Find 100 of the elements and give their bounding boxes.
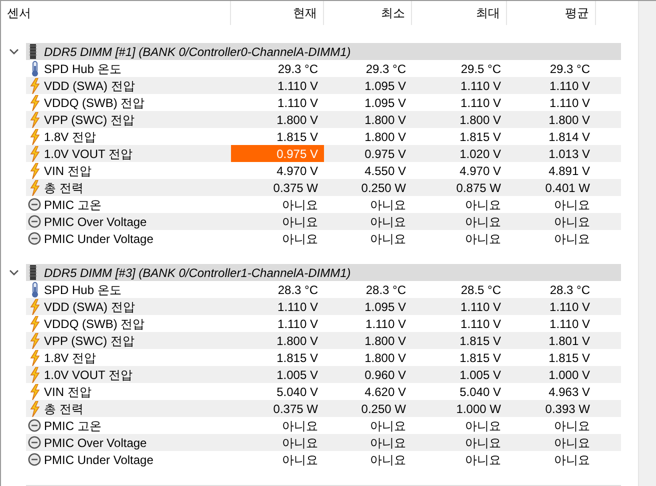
lightning-icon [30,180,40,196]
value-cell-text: 아니요 [369,434,407,451]
value-cell-text: 1.110 V [460,298,502,315]
value-cell-text: 0.250 W [360,180,407,196]
value-cell-text: 1.095 V [364,94,407,111]
value-cell-text: 1.815 V [548,350,591,366]
value-cell-text: 1.000 W [455,400,502,417]
sensor-label: 1.0V VOUT 전압 [44,366,132,384]
group-header[interactable]: DDR5 DIMM [#1] (BANK 0/Controller0-ChannelA-DIMM1) [26,43,621,60]
value-cell-text: 아니요 [553,434,591,451]
value-cell-text: 0.393 W [544,400,591,417]
value-cell-text: 1.800 V [364,128,407,145]
sensor-label: 총 전력 [44,400,84,418]
value-cell-text: 0.960 V [364,366,407,383]
column-header[interactable]: 최소 [324,1,412,25]
value-cell-text: 1.814 V [548,128,591,145]
chevron-icon[interactable] [8,270,18,276]
column-header[interactable]: 최대 [412,1,507,25]
lightning-icon [30,316,40,332]
sensor-label: SPD Hub 온도 [44,282,122,298]
scrollbar-track[interactable] [638,1,656,486]
value-cell-text: 아니요 [464,418,502,434]
memory-chip-icon [29,44,37,59]
sensor-label: VIN 전압 [44,384,92,400]
column-header[interactable]: 센서 [1,1,231,25]
lightning-icon [30,384,40,400]
lightning-icon [30,298,40,314]
lightning-icon [30,128,40,144]
value-cell-text: 아니요 [281,214,319,230]
value-cell-text: 0.875 W [455,180,502,196]
value-cell-text: 4.620 V [364,384,407,400]
value-cell-text: 아니요 [553,418,591,434]
thermometer-icon [30,60,38,76]
value-cell-text: 아니요 [369,418,407,434]
value-cell-text: 1.800 V [364,112,407,128]
value-cell-text: 4.970 V [276,162,319,179]
value-cell-text: 0.401 W [544,180,591,196]
value-cell-text: 0.375 W [272,400,319,417]
value-cell-text: 아니요 [369,196,407,213]
value-cell-text: 아니요 [369,214,407,230]
lightning-icon [30,366,40,382]
lightning-icon [30,400,40,416]
value-cell-text: 1.815 V [276,128,319,145]
sensor-label: PMIC Under Voltage [44,230,154,248]
value-cell-text: 1.005 V [458,366,502,383]
value-cell-text: 아니요 [281,418,319,434]
value-cell-text: 1.800 V [548,112,591,128]
lightning-icon [30,332,40,348]
value-cell-text: 1.801 V [548,332,591,349]
value-cell-text: 0.250 W [360,400,407,417]
sensor-label: 총 전력 [44,180,84,196]
value-cell-text: 1.000 V [548,366,591,383]
value-cell-text: 1.110 V [276,298,319,315]
value-cell-text: 0.975 V [364,146,407,162]
value-cell-text: 아니요 [553,452,591,468]
value-cell-text: 아니요 [281,434,319,451]
value-cell-text: 아니요 [369,230,407,247]
value-cell-text: 28.5 °C [460,282,502,298]
value-cell-text: 1.020 V [458,146,502,162]
value-cell-text: 1.800 V [458,112,502,128]
value-cell-text: 1.800 V [276,332,319,349]
lightning-icon [30,94,40,110]
value-cell-text: 1.800 V [276,112,319,128]
value-cell-text: 1.095 V [364,298,407,315]
sensor-label: VDD (SWA) 전압 [44,298,135,316]
value-cell-text: 29.3 °C [548,60,591,77]
value-cell-text: 1.013 V [548,146,591,162]
lightning-icon [30,146,40,162]
lightning-icon [30,78,40,94]
sensor-label: VIN 전압 [44,162,92,180]
value-cell-text: 28.3 °C [276,282,319,298]
value-cell-text: 아니요 [464,214,502,230]
value-cell-text: 1.095 V [364,78,407,94]
sensor-label: 1.8V 전압 [44,350,96,366]
value-cell-text: 29.3 °C [276,60,319,77]
sensor-label: VDD (SWA) 전압 [44,78,135,94]
value-cell-text: 아니요 [464,452,502,468]
value-cell-text: 1.110 V [548,78,591,94]
sensor-label: PMIC Over Voltage [44,434,147,452]
column-header[interactable]: 평균 [507,1,596,25]
value-cell-text: 1.800 V [364,350,407,366]
value-cell-text: 29.5 °C [460,60,502,77]
sensor-label: VDDQ (SWB) 전압 [44,316,145,332]
sensor-label: VPP (SWC) 전압 [44,332,134,350]
sensor-label: VDDQ (SWB) 전압 [44,94,145,112]
value-cell-text: 28.3 °C [548,282,591,298]
chevron-icon[interactable] [8,48,18,54]
value-cell-text: 아니요 [464,434,502,451]
value-cell-text: 0.375 W [272,180,319,196]
group-title: DDR5 DIMM [#1] (BANK 0/Controller0-ChannelA-DIMM1) [44,44,351,60]
value-cell-text: 아니요 [281,196,319,213]
value-cell-text: 28.3 °C [364,282,407,298]
column-header[interactable]: 현재 [231,1,324,25]
value-cell-text: 1.815 V [458,128,502,145]
value-cell-text: 4.550 V [364,162,407,179]
value-cell-text: 아니요 [553,214,591,230]
value-cell-text: 1.110 V [460,94,502,111]
value-cell-text: 1.800 V [364,332,407,349]
group-header[interactable]: DDR5 DIMM [#3] (BANK 0/Controller1-ChannelA-DIMM1) [26,264,621,281]
sensor-label: PMIC Over Voltage [44,214,147,230]
